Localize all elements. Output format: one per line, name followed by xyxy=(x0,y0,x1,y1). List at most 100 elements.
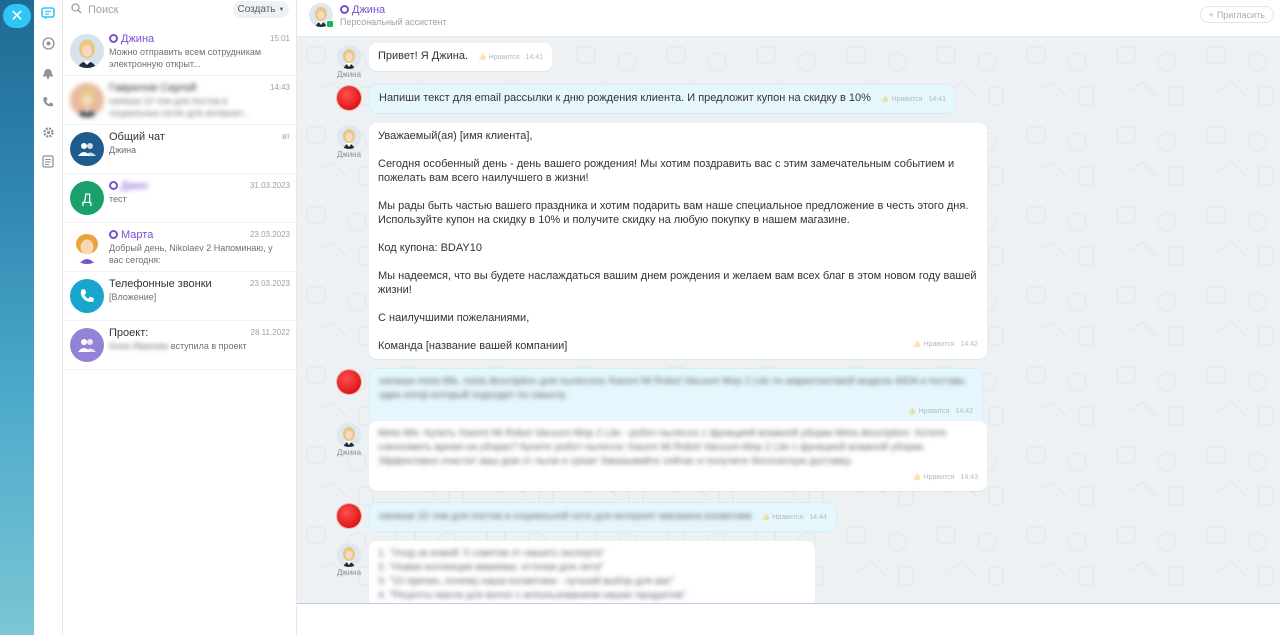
message-paragraph: Команда [название вашей компании] xyxy=(378,340,568,352)
create-button[interactable]: Создать ▼ xyxy=(233,1,289,18)
chat-header: Джина Персональный ассистент + Пригласить xyxy=(297,0,1280,37)
message-line: 4. "Рецепты масок для волос с использова… xyxy=(378,590,686,601)
message-meta: 👍 Нравится 14:41 xyxy=(478,54,543,61)
chat-date: 14:43 xyxy=(269,83,290,92)
chat-window: Джина Персональный ассистент + Пригласить… xyxy=(297,0,1280,635)
phone-icon[interactable] xyxy=(38,92,58,112)
message-text: напиши 10 тем для постов в социальной се… xyxy=(379,511,752,522)
chat-date: 15:01 xyxy=(269,34,290,43)
app-sidebar xyxy=(34,0,63,635)
bell-icon[interactable] xyxy=(38,62,58,82)
like-icon: 👍 xyxy=(912,341,924,348)
bot-icon xyxy=(109,230,118,239)
user-avatar[interactable] xyxy=(337,504,361,528)
message-text: напиши meta title, meta description для … xyxy=(379,376,966,401)
chat-name: Джин xyxy=(109,180,148,192)
chat-name: Телефонные звонки xyxy=(109,278,212,290)
chat-avatar: Д xyxy=(70,181,104,215)
bot-avatar[interactable]: Джина xyxy=(336,543,362,577)
bot-name-label: Джина xyxy=(336,568,362,577)
message-time: 14:44 xyxy=(809,514,827,521)
message-meta: 👍 Нравится 14:42 xyxy=(913,338,978,352)
bot-name-label: Джина xyxy=(336,70,362,79)
chat-date: 23.03.2023 xyxy=(249,230,290,239)
chat-list-item[interactable]: Д Джин 31.03.2023 тест xyxy=(63,174,297,223)
bot-message[interactable]: 1. "Уход за кожей: 5 советов от нашего э… xyxy=(369,541,815,603)
group-icon xyxy=(70,328,104,362)
like-button[interactable]: 👍 Нравится xyxy=(913,474,955,481)
like-button[interactable]: 👍 Нравится xyxy=(913,341,955,348)
user-message[interactable]: напиши meta title, meta description для … xyxy=(369,368,983,426)
close-icon[interactable]: ✕ xyxy=(3,4,31,28)
message-meta: 👍 Нравится 14:41 xyxy=(881,96,946,103)
user-message[interactable]: напиши 10 тем для постов в социальной се… xyxy=(369,502,837,532)
gear-icon[interactable] xyxy=(38,122,58,142)
chat-list-item[interactable]: Джина 15:01 Можно отправить всем сотрудник… xyxy=(63,27,297,76)
like-button[interactable]: 👍 Нравится xyxy=(881,96,923,103)
like-icon: 👍 xyxy=(912,474,924,481)
tasks-icon[interactable] xyxy=(38,151,58,171)
message-paragraph: Мы надеемся, что вы будете наслаждаться … xyxy=(378,270,977,296)
message-text: Привет! Я Джина. xyxy=(378,50,468,62)
chat-date: 23.03.2023 xyxy=(249,279,290,288)
chat-list-item[interactable]: Телефонные звонки 23.03.2023 [Вложение] xyxy=(63,272,297,321)
like-button[interactable]: 👍 Нравится xyxy=(762,514,804,521)
user-avatar[interactable] xyxy=(337,370,361,394)
message-time: 14:42 xyxy=(955,408,973,415)
user-avatar[interactable] xyxy=(337,86,361,110)
bot-avatar[interactable]: Джина xyxy=(336,125,362,159)
plus-icon: + xyxy=(1208,9,1214,20)
message-time: 14:42 xyxy=(960,341,978,348)
bot-message[interactable]: Meta title: Купить Xiaomi Mi Robot Vacuu… xyxy=(369,421,987,491)
chat-list-item[interactable]: Марта 23.03.2023 Добрый день, Nikolaev 2 Н… xyxy=(63,223,297,272)
user-message[interactable]: Напиши текст для email рассылки к дню ро… xyxy=(369,84,956,114)
message-paragraph: Мы рады быть частью вашего праздника и х… xyxy=(378,200,969,226)
chat-list-item[interactable]: Общий чат вт Джина xyxy=(63,125,297,174)
like-button[interactable]: 👍 Нравится xyxy=(478,54,520,61)
chat-date: вт xyxy=(282,132,290,141)
search-input[interactable]: Поиск xyxy=(71,0,221,20)
chat-avatar xyxy=(70,34,104,68)
chat-name: Марта xyxy=(109,229,153,241)
message-line: 2. "Новая коллекция макияжа: оттенки для… xyxy=(378,562,604,573)
bot-message[interactable]: Уважаемый(ая) [имя клиента], Сегодня особ… xyxy=(369,123,987,359)
bot-photo xyxy=(337,423,361,447)
message-meta: 👍 Нравится 14:43 xyxy=(378,471,978,485)
chat-preview: Джина xyxy=(109,145,137,155)
desktop-background: ✕ xyxy=(0,0,34,635)
bot-photo xyxy=(337,543,361,567)
invite-button[interactable]: + Пригласить xyxy=(1199,6,1274,23)
chat-preview: Анна Иванова вступила в проект xyxy=(109,341,247,351)
bot-avatar[interactable]: Джина xyxy=(336,45,362,79)
message-list: Джина Привет! Я Джина. 👍 Нравится 14:41 Напи… xyxy=(297,37,1280,603)
like-icon: 👍 xyxy=(907,408,919,415)
chat-list-item[interactable]: Гаврилов Сергей 14:43 напиши 10 тем для по… xyxy=(63,76,297,125)
message-time: 14:41 xyxy=(525,54,544,61)
message-text: Напиши текст для email рассылки к дню ро… xyxy=(379,92,871,104)
chat-avatar xyxy=(70,230,104,264)
chat-name: Проект: xyxy=(109,327,149,339)
like-icon: 👍 xyxy=(880,96,892,103)
chat-title[interactable]: Джина xyxy=(340,4,385,16)
notifications-icon[interactable] xyxy=(38,33,58,53)
message-paragraph: Код купона: BDAY10 xyxy=(378,242,482,254)
group-icon xyxy=(70,132,104,166)
message-paragraph: С наилучшими пожеланиями, xyxy=(378,312,530,324)
message-meta: 👍 Нравится 14:44 xyxy=(762,514,827,521)
chat-name: Гаврилов Сергей xyxy=(109,82,197,94)
chat-preview: тест xyxy=(109,194,127,204)
chat-icon[interactable] xyxy=(38,3,58,23)
bot-message[interactable]: Привет! Я Джина. 👍 Нравится 14:41 xyxy=(369,43,553,71)
chat-subtitle: Персональный ассистент xyxy=(340,17,447,27)
bot-avatar[interactable]: Джина xyxy=(336,423,362,457)
like-icon: 👍 xyxy=(761,514,773,521)
message-input-area[interactable] xyxy=(297,603,1280,635)
like-button[interactable]: 👍 Нравится xyxy=(908,408,950,415)
message-time: 14:41 xyxy=(928,96,946,103)
like-icon: 👍 xyxy=(478,54,489,61)
message-meta: 👍 Нравится 14:42 xyxy=(379,405,973,419)
message-text: Meta title: Купить Xiaomi Mi Robot Vacuu… xyxy=(378,428,947,467)
bot-icon xyxy=(340,5,349,14)
chat-list-item[interactable]: Проект: 28.11.2022 Анна Иванова вступила в… xyxy=(63,321,297,370)
bot-icon xyxy=(109,34,118,43)
